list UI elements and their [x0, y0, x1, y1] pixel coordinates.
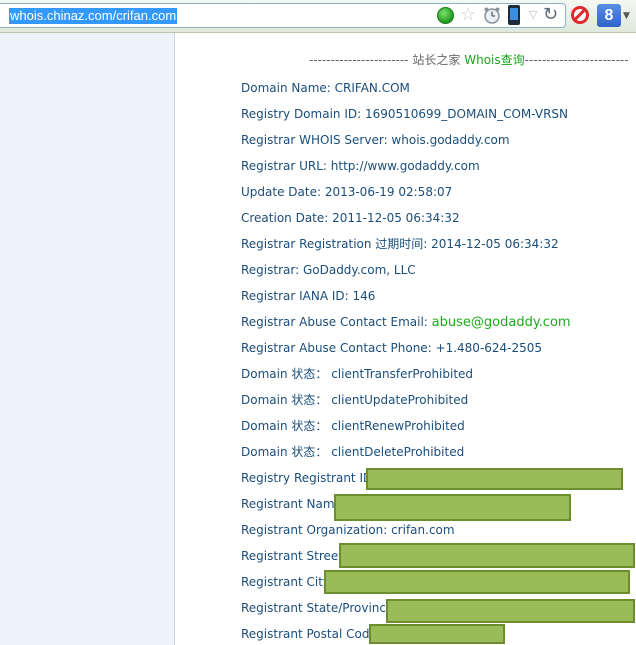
redaction-box: [324, 570, 630, 594]
address-bar[interactable]: whois.chinaz.com/crifan.com: [0, 3, 566, 28]
registrant-street-row: Registrant Street:: [241, 549, 348, 563]
domain-status-row: Domain 状态： clientUpdateProhibited: [241, 393, 469, 407]
abuse-email-label: Registrar Abuse Contact Email:: [241, 315, 432, 329]
chevron-down-icon[interactable]: ▼: [623, 11, 630, 21]
domain-status-row: Domain 状态： clientRenewProhibited: [241, 419, 465, 433]
reload-icon[interactable]: ↻: [543, 4, 558, 26]
whois-heading: ----------------------- 站长之家 Whois查询----…: [309, 50, 636, 70]
update-date-row: Update Date: 2013-06-19 02:58:07: [241, 185, 453, 199]
redaction-box: [369, 624, 505, 644]
redaction-box: [366, 468, 623, 490]
registrant-state-row: Registrant State/Province:: [241, 601, 398, 615]
browser-toolbar: whois.chinaz.com/crifan.com ☆ ▽ ↻ 8 ▼: [0, 0, 636, 33]
creation-date-row: Creation Date: 2011-12-05 06:34:32: [241, 211, 460, 225]
registrant-name-row: Registrant Name:: [241, 497, 346, 511]
google-search-icon[interactable]: 8: [597, 4, 621, 27]
redaction-box: [339, 543, 635, 568]
registrant-org-row: Registrant Organization: crifan.com: [241, 523, 455, 537]
whois-server-row: Registrar WHOIS Server: whois.godaddy.co…: [241, 133, 510, 147]
clock-icon[interactable]: [483, 6, 501, 24]
domain-status-row: Domain 状态： clientTransferProhibited: [241, 367, 474, 381]
registry-domain-id-row: Registry Domain ID: 1690510699_DOMAIN_CO…: [241, 107, 569, 121]
domain-name-row: Domain Name: CRIFAN.COM: [241, 81, 410, 95]
heading-suffix: ------------------------: [524, 53, 629, 67]
registrant-id-row: Registry Registrant ID:: [241, 471, 377, 485]
redaction-box: [334, 494, 571, 521]
abuse-email-link[interactable]: abuse@godaddy.com: [432, 315, 571, 330]
registrant-city-row: Registrant City:: [241, 575, 334, 589]
abuse-email-row: Registrar Abuse Contact Email: abuse@god…: [241, 312, 571, 332]
abuse-phone-row: Registrar Abuse Contact Phone: +1.480-62…: [241, 341, 543, 355]
star-icon[interactable]: ☆: [460, 5, 476, 25]
whois-content: ----------------------- 站长之家 Whois查询----…: [176, 33, 636, 645]
registrar-url-row: Registrar URL: http://www.godaddy.com: [241, 159, 480, 173]
domain-status-row: Domain 状态： clientDeleteProhibited: [241, 445, 465, 459]
registrant-postal-row: Registrant Postal Code:: [241, 627, 381, 641]
heading-title-link[interactable]: Whois查询: [464, 53, 524, 67]
go-icon[interactable]: [437, 7, 454, 24]
dropdown-triangle-icon[interactable]: ▽: [529, 8, 537, 22]
url-text[interactable]: whois.chinaz.com/crifan.com: [9, 8, 178, 24]
heading-prefix: ----------------------- 站长之家: [309, 53, 465, 67]
redaction-box: [386, 599, 635, 623]
iana-id-row: Registrar IANA ID: 146: [241, 289, 376, 303]
adblock-icon[interactable]: [571, 6, 589, 24]
left-sidebar: [0, 33, 175, 645]
phone-icon[interactable]: [508, 5, 520, 25]
expiration-date-row: Registrar Registration 过期时间: 2014-12-05 …: [241, 237, 559, 251]
registrar-row: Registrar: GoDaddy.com, LLC: [241, 263, 416, 277]
